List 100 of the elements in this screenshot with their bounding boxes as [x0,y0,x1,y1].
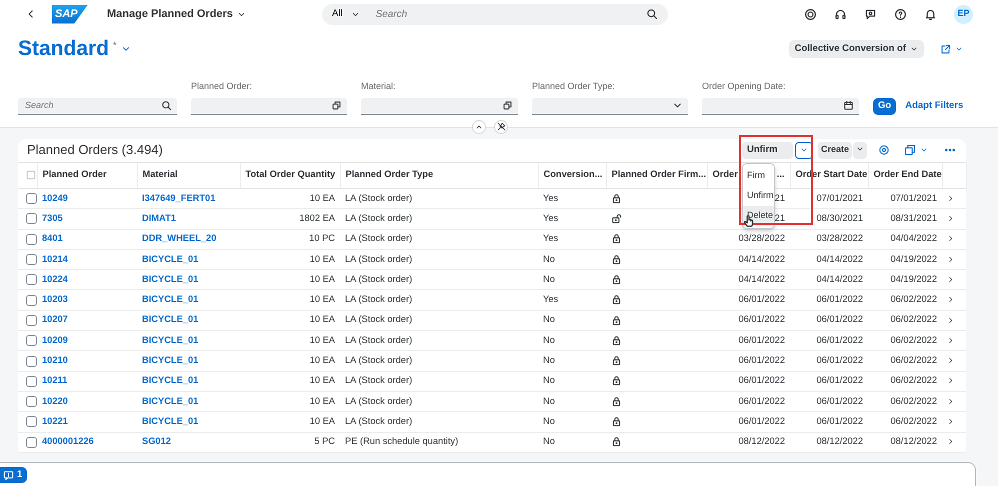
settings-icon[interactable] [878,144,890,156]
column-header[interactable]: Planned Order Type [346,169,434,180]
order-link[interactable]: 10249 [42,192,68,203]
calendar-icon[interactable] [843,100,854,111]
chevron-right-icon[interactable] [947,377,954,384]
chat-icon[interactable] [864,8,877,20]
material-link[interactable]: BICYCLE_01 [142,375,198,386]
menu-item[interactable]: Firm [742,166,774,186]
chevron-right-icon[interactable] [947,235,954,242]
order-link[interactable]: 10224 [42,274,68,284]
messages-button[interactable]: 1 [0,467,28,483]
material-link[interactable]: BICYCLE_01 [142,334,198,345]
export-icon [904,144,916,156]
search-input[interactable]: Search [23,98,161,114]
help-icon[interactable] [894,8,907,20]
go-button[interactable]: Go [873,98,896,114]
row-checkbox[interactable] [26,274,37,286]
column-header[interactable]: Conversion... [544,169,602,180]
chevron-right-icon[interactable] [947,398,954,405]
headset-icon[interactable] [834,8,847,20]
unpin-button[interactable] [494,120,508,134]
column-header[interactable]: Total Order Quantity [246,169,336,180]
column-header[interactable]: Material [142,169,178,180]
order-link[interactable]: 10209 [42,334,68,345]
order-link[interactable]: 10220 [42,396,68,406]
row-checkbox[interactable] [26,213,37,224]
table-cell: 10 EA [240,350,340,372]
material-link[interactable]: BICYCLE_01 [142,314,198,324]
material-link[interactable]: BICYCLE_01 [142,355,198,366]
row-checkbox[interactable] [26,234,37,245]
unfirm-button[interactable]: Unfirm [742,142,793,158]
order-link[interactable]: 10214 [42,254,68,264]
order-link[interactable]: 10210 [42,355,68,366]
dropdown-button[interactable] [794,142,813,158]
material-link[interactable]: DIMAT1 [142,212,176,223]
search-field[interactable]: All Search [322,4,668,24]
order-link[interactable]: 8401 [42,233,63,244]
row-checkbox[interactable] [26,416,37,428]
row-checkbox[interactable] [26,335,37,346]
order-link[interactable]: 7305 [42,212,63,223]
chevron-right-icon[interactable] [947,357,954,364]
export-menu-button[interactable] [904,144,928,156]
material-link[interactable]: BICYCLE_01 [142,274,198,284]
row-checkbox[interactable] [26,254,37,266]
search-icon[interactable] [646,8,658,20]
material-link[interactable]: SG012 [142,436,171,446]
order-link[interactable]: 4000001226 [42,436,94,446]
chevron-right-icon[interactable] [947,194,954,202]
chevron-right-icon[interactable] [947,336,954,344]
table-cell: 08/12/2022 [868,432,942,452]
material-link[interactable]: BICYCLE_01 [142,294,198,304]
order-link[interactable]: 10203 [42,294,68,304]
chevron-right-icon[interactable] [947,418,954,425]
chevron-right-icon[interactable] [947,215,954,222]
search-icon[interactable] [161,100,172,111]
collapse-button[interactable] [472,120,486,134]
input-field[interactable] [532,98,688,114]
row-checkbox[interactable] [26,436,37,448]
input-field[interactable] [702,98,859,114]
order-link[interactable]: 10221 [42,416,68,426]
conversion-button[interactable]: Collective Conversion of [788,40,924,58]
value-help-icon[interactable] [331,100,342,111]
row-checkbox[interactable] [26,294,37,306]
row-checkbox[interactable] [26,314,37,326]
value-help-icon[interactable] [502,100,513,111]
row-checkbox[interactable] [26,356,37,367]
column-header[interactable]: Planned Order [42,169,107,180]
row-checkbox[interactable] [26,193,37,204]
chevron-right-icon[interactable] [947,316,954,324]
menu-item[interactable]: Unfirm [742,186,774,206]
search-field[interactable]: Search [18,98,177,114]
row-checkbox[interactable] [26,376,37,387]
chevron-right-icon[interactable] [947,438,954,446]
variant-selector[interactable]: Standard $^{*}$ [18,36,131,62]
input-field[interactable] [191,98,347,114]
order-link[interactable]: 10207 [42,314,68,324]
search-input[interactable]: Search [374,6,646,22]
ring-icon[interactable] [804,8,817,20]
input-field[interactable] [361,98,518,114]
user-avatar[interactable]: EP [954,4,973,24]
row-checkbox[interactable] [26,396,37,408]
chevron-right-icon[interactable] [947,276,954,283]
column-header[interactable]: Order [712,169,738,180]
app-title-menu[interactable]: Manage Planned Orders [107,6,246,22]
material-link[interactable]: BICYCLE_01 [142,416,198,426]
create-button[interactable]: Create [818,142,852,158]
share-menu-button[interactable] [940,44,963,54]
material-link[interactable]: BICYCLE_01 [142,254,198,264]
create-menu-button[interactable] [853,142,867,158]
chevron-right-icon[interactable] [947,296,954,304]
chevron-right-icon[interactable] [947,256,954,263]
column-header[interactable]: Order End Date [874,169,942,180]
material-link[interactable]: I347649_FERT01 [142,192,216,203]
adapt-filters-link[interactable]: Adapt Filters [905,98,964,114]
scope-select[interactable]: All [332,6,360,22]
order-link[interactable]: 10211 [42,375,68,386]
material-link[interactable]: BICYCLE_01 [142,396,198,406]
material-link[interactable]: DDR_WHEEL_20 [142,233,216,244]
column-header[interactable]: Planned Order Firm... [612,169,706,180]
notification-icon[interactable] [924,8,937,20]
